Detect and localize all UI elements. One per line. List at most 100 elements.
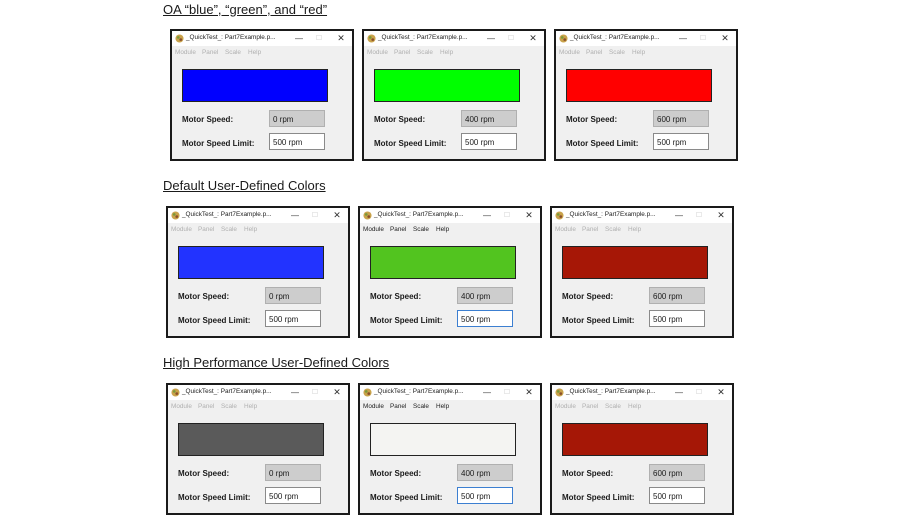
menu-help[interactable]: Help (628, 403, 641, 410)
menu-bar: Module Panel Scale Help (360, 223, 540, 236)
menu-module[interactable]: Module (555, 226, 576, 233)
minimize-icon[interactable]: — (288, 208, 302, 223)
motor-speed-limit-input[interactable]: 500 rpm (265, 487, 321, 504)
motor-speed-limit-input[interactable]: 500 rpm (457, 487, 513, 504)
menu-scale[interactable]: Scale (413, 226, 429, 233)
close-icon[interactable]: ✕ (522, 385, 536, 400)
maximize-icon[interactable]: ☐ (312, 31, 326, 46)
menu-help[interactable]: Help (628, 226, 641, 233)
app-window: _QuickTest_: Part7Example.p... — ☐ ✕ Module P… (362, 29, 546, 161)
menu-panel[interactable]: Panel (582, 226, 598, 233)
menu-panel[interactable]: Panel (390, 403, 406, 410)
app-icon (559, 34, 568, 43)
window-title: _QuickTest_: Part7Example.p... (570, 34, 660, 41)
motor-speed-label: Motor Speed: (370, 469, 422, 478)
menu-panel[interactable]: Panel (586, 49, 602, 56)
menu-module[interactable]: Module (367, 49, 388, 56)
title-bar[interactable]: _QuickTest_: Part7Example.p... — ☐ ✕ (552, 385, 732, 400)
minimize-icon[interactable]: — (672, 385, 686, 400)
motor-speed-limit-input[interactable]: 500 rpm (649, 310, 705, 327)
title-bar[interactable]: _QuickTest_: Part7Example.p... — ☐ ✕ (360, 208, 540, 223)
menu-module[interactable]: Module (363, 226, 384, 233)
menu-bar: Module Panel Scale Help (168, 400, 348, 413)
menu-help[interactable]: Help (248, 49, 261, 56)
menu-help[interactable]: Help (244, 226, 257, 233)
menu-scale[interactable]: Scale (221, 226, 237, 233)
menu-panel[interactable]: Panel (198, 403, 214, 410)
motor-color-indicator (370, 246, 516, 279)
title-bar[interactable]: _QuickTest_: Part7Example.p... — ☐ ✕ (556, 31, 736, 46)
menu-help[interactable]: Help (436, 403, 449, 410)
maximize-icon[interactable]: ☐ (308, 208, 322, 223)
menu-panel[interactable]: Panel (390, 226, 406, 233)
maximize-icon[interactable]: ☐ (692, 208, 706, 223)
close-icon[interactable]: ✕ (714, 208, 728, 223)
section-heading: High Performance User-Defined Colors (163, 355, 390, 370)
motor-speed-label: Motor Speed: (562, 292, 614, 301)
app-icon (175, 34, 184, 43)
close-icon[interactable]: ✕ (522, 208, 536, 223)
menu-scale[interactable]: Scale (605, 226, 621, 233)
menu-help[interactable]: Help (632, 49, 645, 56)
section-heading: Default User-Defined Colors (163, 178, 326, 193)
title-bar[interactable]: _QuickTest_: Part7Example.p... — ☐ ✕ (364, 31, 544, 46)
minimize-icon[interactable]: — (480, 208, 494, 223)
minimize-icon[interactable]: — (672, 208, 686, 223)
title-bar[interactable]: _QuickTest_: Part7Example.p... — ☐ ✕ (360, 385, 540, 400)
maximize-icon[interactable]: ☐ (500, 385, 514, 400)
menu-module[interactable]: Module (363, 403, 384, 410)
menu-help[interactable]: Help (436, 226, 449, 233)
maximize-icon[interactable]: ☐ (500, 208, 514, 223)
title-bar[interactable]: _QuickTest_: Part7Example.p... — ☐ ✕ (172, 31, 352, 46)
menu-scale[interactable]: Scale (413, 403, 429, 410)
menu-scale[interactable]: Scale (605, 403, 621, 410)
motor-speed-limit-input[interactable]: 500 rpm (265, 310, 321, 327)
motor-color-indicator (182, 69, 328, 102)
menu-module[interactable]: Module (171, 403, 192, 410)
motor-speed-limit-input[interactable]: 500 rpm (653, 133, 709, 150)
menu-module[interactable]: Module (175, 49, 196, 56)
close-icon[interactable]: ✕ (330, 208, 344, 223)
menu-help[interactable]: Help (244, 403, 257, 410)
menu-module[interactable]: Module (555, 403, 576, 410)
window-title: _QuickTest_: Part7Example.p... (374, 211, 464, 218)
close-icon[interactable]: ✕ (334, 31, 348, 46)
maximize-icon[interactable]: ☐ (696, 31, 710, 46)
close-icon[interactable]: ✕ (330, 385, 344, 400)
close-icon[interactable]: ✕ (718, 31, 732, 46)
motor-speed-limit-input[interactable]: 500 rpm (461, 133, 517, 150)
motor-speed-label: Motor Speed: (374, 115, 426, 124)
minimize-icon[interactable]: — (288, 385, 302, 400)
menu-scale[interactable]: Scale (609, 49, 625, 56)
close-icon[interactable]: ✕ (526, 31, 540, 46)
motor-speed-limit-input[interactable]: 500 rpm (457, 310, 513, 327)
maximize-icon[interactable]: ☐ (308, 385, 322, 400)
motor-speed-limit-input[interactable]: 500 rpm (269, 133, 325, 150)
menu-panel[interactable]: Panel (198, 226, 214, 233)
minimize-icon[interactable]: — (480, 385, 494, 400)
close-icon[interactable]: ✕ (714, 385, 728, 400)
maximize-icon[interactable]: ☐ (504, 31, 518, 46)
title-bar[interactable]: _QuickTest_: Part7Example.p... — ☐ ✕ (168, 385, 348, 400)
app-icon (555, 211, 564, 220)
motor-speed-limit-input[interactable]: 500 rpm (649, 487, 705, 504)
menu-panel[interactable]: Panel (394, 49, 410, 56)
motor-speed-value: 0 rpm (269, 110, 325, 127)
menu-panel[interactable]: Panel (582, 403, 598, 410)
minimize-icon[interactable]: — (292, 31, 306, 46)
menu-scale[interactable]: Scale (417, 49, 433, 56)
menu-module[interactable]: Module (559, 49, 580, 56)
maximize-icon[interactable]: ☐ (692, 385, 706, 400)
motor-speed-limit-label: Motor Speed Limit: (370, 316, 443, 325)
minimize-icon[interactable]: — (484, 31, 498, 46)
menu-scale[interactable]: Scale (221, 403, 237, 410)
title-bar[interactable]: _QuickTest_: Part7Example.p... — ☐ ✕ (552, 208, 732, 223)
minimize-icon[interactable]: — (676, 31, 690, 46)
motor-speed-limit-label: Motor Speed Limit: (178, 493, 251, 502)
menu-module[interactable]: Module (171, 226, 192, 233)
menu-help[interactable]: Help (440, 49, 453, 56)
menu-scale[interactable]: Scale (225, 49, 241, 56)
menu-panel[interactable]: Panel (202, 49, 218, 56)
title-bar[interactable]: _QuickTest_: Part7Example.p... — ☐ ✕ (168, 208, 348, 223)
menu-bar: Module Panel Scale Help (172, 46, 352, 59)
